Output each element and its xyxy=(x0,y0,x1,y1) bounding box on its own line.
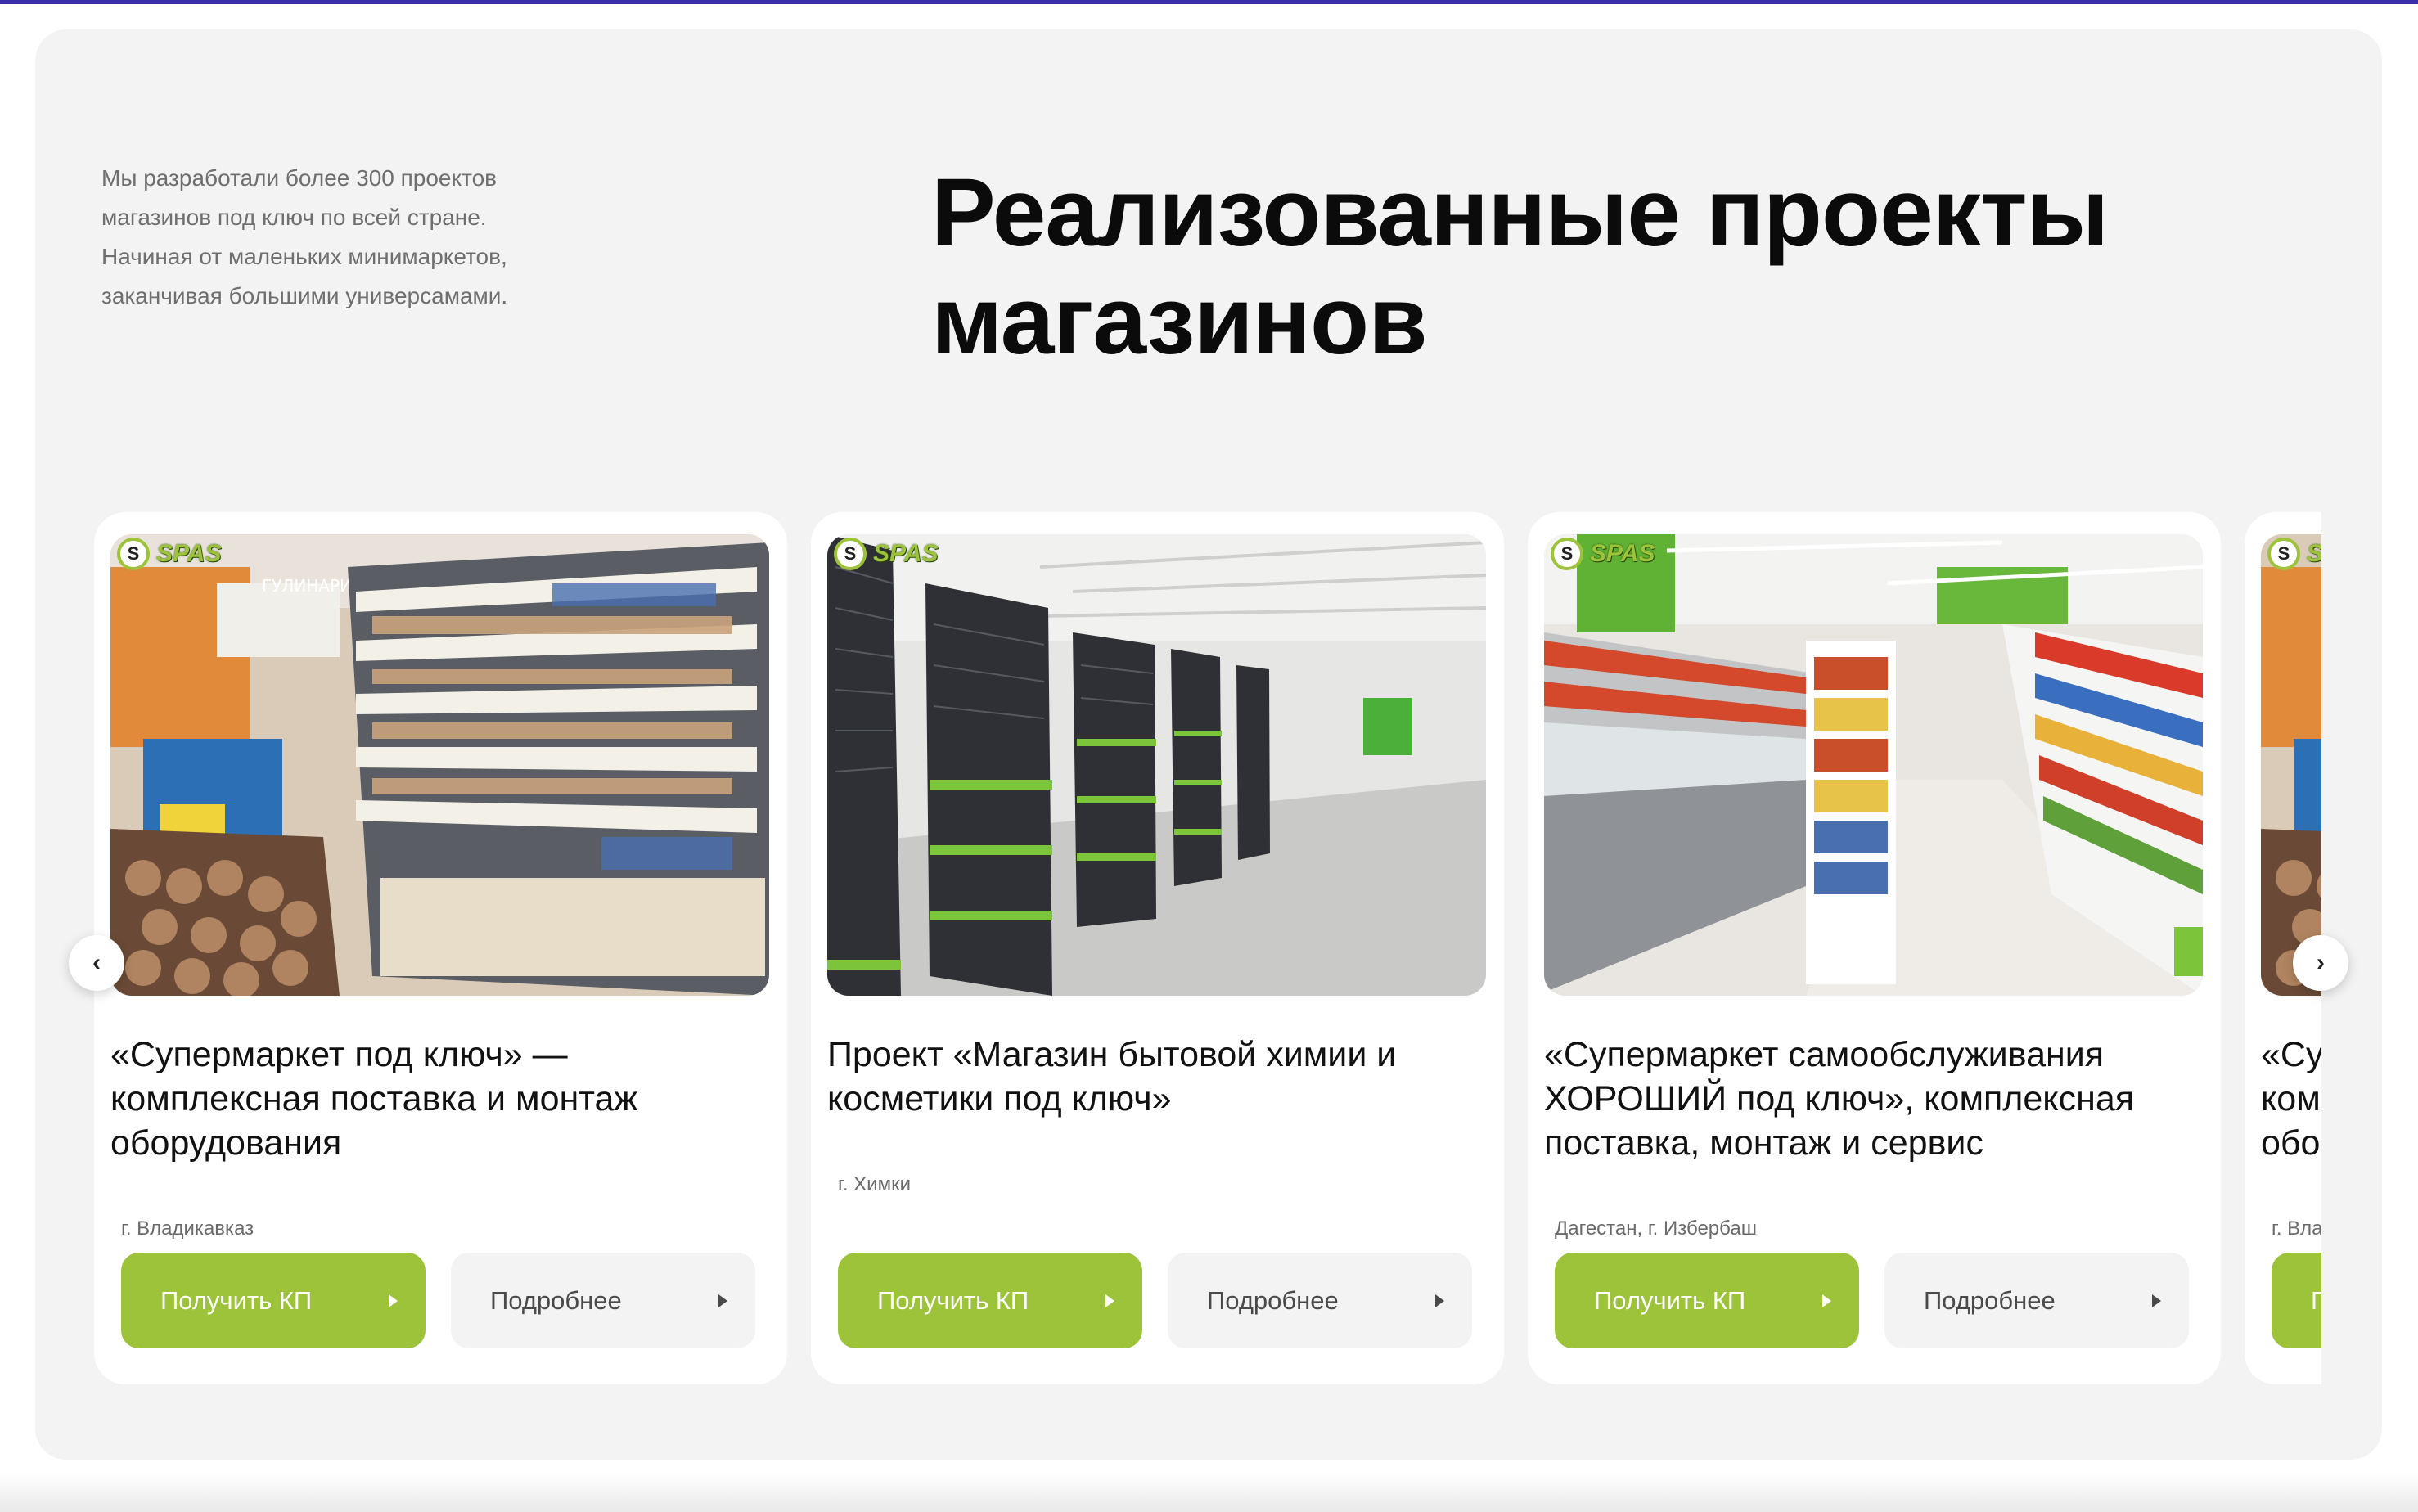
project-photo[interactable]: S SPAS xyxy=(2261,534,2321,996)
projects-section: Мы разработали более 300 проектов магази… xyxy=(35,29,2382,1460)
get-offer-button[interactable]: Получить КП xyxy=(838,1253,1142,1348)
get-offer-button[interactable]: Получить КП xyxy=(2272,1253,2321,1348)
project-card[interactable]: S SPAS «Супермаркет самообслуживания ХОР… xyxy=(1528,512,2221,1384)
spas-logo: S SPAS xyxy=(1551,538,1655,570)
play-arrow-icon xyxy=(1822,1294,1831,1307)
logo-icon: S xyxy=(2267,538,2300,570)
spas-logo: S SPAS xyxy=(2267,538,2321,570)
get-offer-label: Получить КП xyxy=(877,1285,1029,1315)
details-button[interactable]: Подробнее xyxy=(1168,1253,1472,1348)
play-arrow-icon xyxy=(389,1294,398,1307)
carousel-next-button[interactable]: › xyxy=(2293,935,2348,991)
get-offer-button[interactable]: Получить КП xyxy=(121,1253,426,1348)
details-button[interactable]: Подробнее xyxy=(1884,1253,2189,1348)
chevron-left-icon: ‹ xyxy=(92,949,101,976)
logo-icon: S xyxy=(117,538,150,570)
project-title[interactable]: «Супермаркет под ключ» — комплексная пос… xyxy=(110,1033,765,1165)
spas-logo: S SPAS xyxy=(834,538,938,570)
page-bottom-edge xyxy=(0,1473,2418,1512)
section-intro: Мы разработали более 300 проектов магази… xyxy=(101,165,508,308)
project-photo[interactable]: S SPAS xyxy=(827,534,1486,996)
project-city: г. Владикавказ xyxy=(2272,1217,2321,1240)
get-offer-label: Получить КП xyxy=(2311,1285,2321,1315)
projects-carousel[interactable]: ГУЛИНАРИЯ S SPAS «Супермаркет под ключ» … xyxy=(94,484,2321,1392)
get-offer-label: Получить КП xyxy=(160,1285,313,1315)
logo-wordmark: SPAS xyxy=(1590,540,1655,567)
project-city: г. Владикавказ xyxy=(121,1217,254,1240)
section-title: Реализованные проекты магазинов xyxy=(931,159,2109,375)
project-card[interactable]: ГУЛИНАРИЯ S SPAS «Супермаркет под ключ» … xyxy=(94,512,787,1384)
project-city: Дагестан, г. Избербаш xyxy=(1555,1217,1757,1240)
logo-wordmark: SPAS xyxy=(156,540,222,567)
details-button[interactable]: Подробнее xyxy=(451,1253,755,1348)
wall-sign: ГУЛИНАРИЯ xyxy=(262,576,363,596)
details-label: Подробнее xyxy=(1207,1285,1339,1315)
logo-wordmark: SPAS xyxy=(2307,540,2321,568)
carousel-prev-button[interactable]: ‹ xyxy=(69,935,124,991)
logo-icon: S xyxy=(834,538,867,570)
play-arrow-icon xyxy=(718,1294,727,1307)
project-title[interactable]: «Супермаркет самообслуживания ХОРОШИЙ по… xyxy=(1544,1033,2199,1165)
project-title[interactable]: «Супермаркет под ключ» — комплексная пос… xyxy=(2261,1033,2321,1165)
project-city: г. Химки xyxy=(838,1173,911,1195)
project-card[interactable]: S SPAS Проект «Магазин бытовой химии и к… xyxy=(811,512,1504,1384)
play-arrow-icon xyxy=(2152,1294,2161,1307)
spas-logo: S SPAS xyxy=(117,538,221,570)
chevron-right-icon: › xyxy=(2317,949,2325,976)
project-title[interactable]: Проект «Магазин бытовой химии и косметик… xyxy=(827,1033,1482,1121)
details-label: Подробнее xyxy=(1924,1285,2056,1315)
project-photo[interactable]: ГУЛИНАРИЯ S SPAS xyxy=(110,534,769,996)
get-offer-button[interactable]: Получить КП xyxy=(1555,1253,1859,1348)
project-photo[interactable]: S SPAS xyxy=(1544,534,2203,996)
play-arrow-icon xyxy=(1435,1294,1444,1307)
play-arrow-icon xyxy=(1105,1294,1114,1307)
logo-wordmark: SPAS xyxy=(873,540,939,567)
get-offer-label: Получить КП xyxy=(1594,1285,1746,1315)
logo-icon: S xyxy=(1551,538,1583,570)
top-border xyxy=(0,0,2418,4)
details-label: Подробнее xyxy=(490,1285,622,1315)
